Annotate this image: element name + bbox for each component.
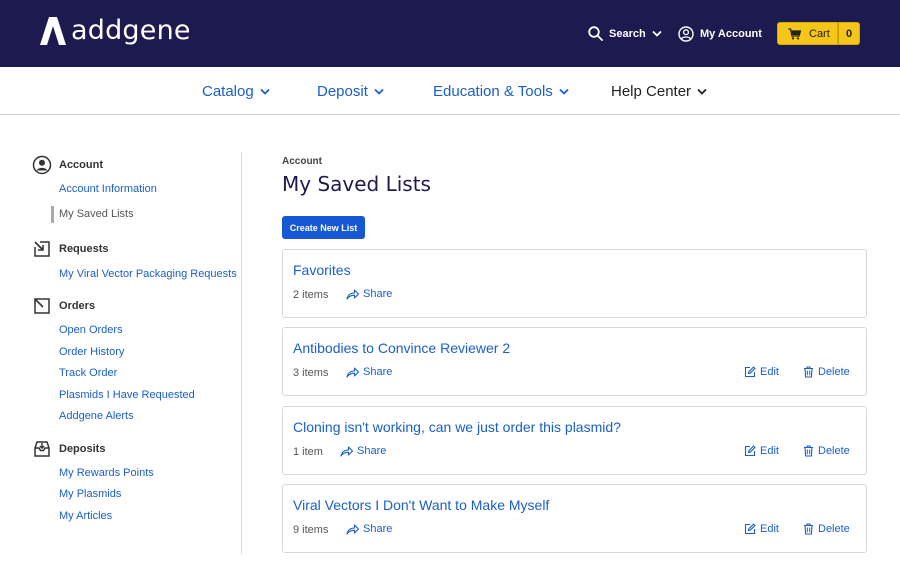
list-item-count: 9 items [293,524,329,536]
sidebar-account-title: Account [59,159,103,171]
chevron-down-icon [260,88,270,95]
user-circle-icon [678,25,694,42]
logo-text: addgene [71,15,191,46]
trash-icon [804,366,813,378]
search-label: Search [609,27,646,40]
saved-list-card: Cloning isn't working, can we just order… [282,406,867,475]
addgene-logo[interactable]: addgene [40,17,191,45]
chevron-down-icon [652,30,662,37]
top-header: addgene Search My Account Cart 0 [0,0,900,67]
sidebar-item-track-order[interactable]: Track Order [59,367,117,379]
create-new-list-button[interactable]: Create New List [282,216,365,239]
chevron-down-icon [697,88,707,95]
list-title-link[interactable]: Viral Vectors I Don't Want to Make Mysel… [293,497,549,513]
edit-button[interactable]: Edit [744,366,779,378]
order-arrow-icon [34,298,50,314]
cart-label: Cart [809,27,830,40]
nav-deposit[interactable]: Deposit [317,67,384,115]
sidebar-item-addgene-alerts[interactable]: Addgene Alerts [59,410,134,422]
sidebar-item-rewards-points[interactable]: My Rewards Points [59,467,154,479]
share-button[interactable]: Share [340,445,386,457]
my-account-label: My Account [700,27,762,40]
edit-icon [744,445,756,457]
share-icon [346,366,359,378]
delete-label: Delete [818,523,850,535]
share-icon [340,445,353,457]
edit-button[interactable]: Edit [744,523,779,535]
sidebar-item-viral-vector-requests[interactable]: My Viral Vector Packaging Requests [59,268,237,280]
breadcrumb: Account [282,156,322,167]
share-label: Share [363,523,393,535]
sidebar-item-plasmids-requested[interactable]: Plasmids I Have Requested [59,389,195,401]
sidebar-item-my-articles[interactable]: My Articles [59,510,112,522]
nav-education-tools-label: Education & Tools [433,82,553,100]
share-button[interactable]: Share [346,523,392,535]
edit-icon [744,366,756,378]
account-sidebar: Account Account Information My Saved Lis… [32,152,242,554]
share-label: Share [363,366,393,378]
list-item-count: 2 items [293,289,329,301]
active-indicator [51,206,54,223]
list-item-count: 3 items [293,367,329,379]
cart-button[interactable]: Cart [777,22,838,45]
list-title-link[interactable]: Antibodies to Convince Reviewer 2 [293,340,510,356]
share-label: Share [357,445,387,457]
nav-deposit-label: Deposit [317,82,368,100]
trash-icon [804,523,813,535]
nav-help-center-label: Help Center [611,82,692,100]
saved-list-card: Antibodies to Convince Reviewer 2 3 item… [282,327,867,396]
delete-button[interactable]: Delete [803,523,850,535]
share-icon [346,288,359,300]
edit-label: Edit [760,366,779,378]
search-icon [588,26,603,41]
sidebar-item-order-history[interactable]: Order History [59,346,124,358]
inbox-icon [34,441,50,457]
delete-button[interactable]: Delete [803,366,850,378]
chevron-down-icon [374,88,384,95]
edit-icon [744,523,756,535]
saved-list-card: Viral Vectors I Don't Want to Make Mysel… [282,484,867,553]
sidebar-section-requests: Requests [32,239,109,259]
page-title: My Saved Lists [282,172,431,196]
share-button[interactable]: Share [346,366,392,378]
list-title-link[interactable]: Cloning isn't working, can we just order… [293,419,621,435]
nav-catalog-label: Catalog [202,82,254,100]
list-title-link[interactable]: Favorites [293,262,351,278]
cart-count-badge[interactable]: 0 [838,22,860,45]
nav-education-tools[interactable]: Education & Tools [433,67,569,115]
edit-label: Edit [760,445,779,457]
my-account-link[interactable]: My Account [678,0,762,67]
sidebar-item-my-saved-lists[interactable]: My Saved Lists [59,208,134,220]
sidebar-section-orders: Orders [32,296,95,316]
delete-label: Delete [818,366,850,378]
search-toggle[interactable]: Search [588,0,662,67]
delete-label: Delete [818,445,850,457]
user-circle-icon [32,155,52,175]
sidebar-orders-title: Orders [59,300,96,312]
edit-button[interactable]: Edit [744,445,779,457]
saved-list-card: Favorites 2 items Share [282,249,867,318]
share-icon [346,523,359,535]
chevron-down-icon [559,88,569,95]
nav-catalog[interactable]: Catalog [202,67,270,115]
main-navigation: Catalog Deposit Education & Tools Help C… [0,67,900,115]
addgene-logo-icon [40,17,66,45]
nav-help-center[interactable]: Help Center [611,67,707,115]
share-button[interactable]: Share [346,288,392,300]
sidebar-item-open-orders[interactable]: Open Orders [59,324,123,336]
sidebar-deposits-title: Deposits [59,443,106,455]
delete-button[interactable]: Delete [803,445,850,457]
sidebar-requests-title: Requests [59,243,109,255]
share-label: Share [363,288,393,300]
request-arrow-icon [34,241,50,257]
trash-icon [804,445,813,457]
sidebar-section-deposits: Deposits [32,439,105,459]
cart-icon [788,27,801,39]
edit-label: Edit [760,523,779,535]
sidebar-section-account: Account [32,155,103,175]
list-item-count: 1 item [293,446,323,458]
sidebar-item-account-information[interactable]: Account Information [59,183,157,195]
sidebar-item-my-plasmids[interactable]: My Plasmids [59,488,121,500]
